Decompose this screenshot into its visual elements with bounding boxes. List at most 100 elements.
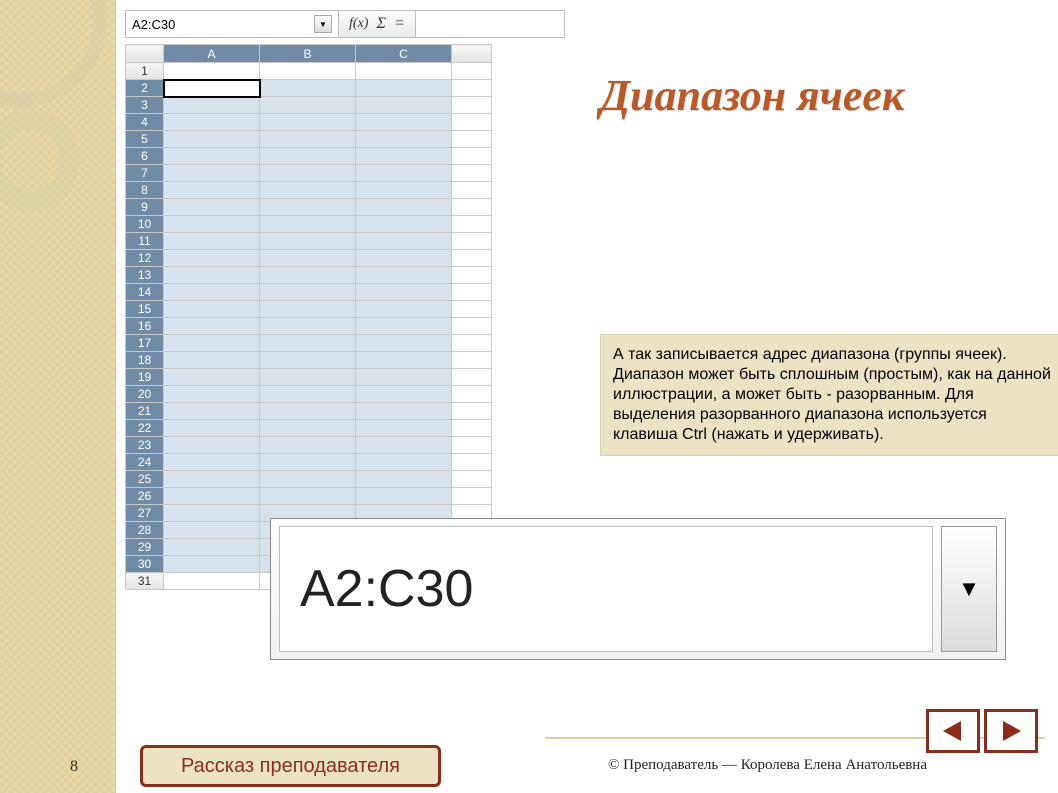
row-header[interactable]: 9 bbox=[126, 199, 164, 216]
cell[interactable] bbox=[260, 420, 356, 437]
cell[interactable] bbox=[164, 131, 260, 148]
cell[interactable] bbox=[164, 369, 260, 386]
cell[interactable] bbox=[356, 488, 452, 505]
row-header[interactable]: 27 bbox=[126, 505, 164, 522]
column-header[interactable] bbox=[452, 45, 492, 63]
row-header[interactable]: 11 bbox=[126, 233, 164, 250]
row-header[interactable]: 16 bbox=[126, 318, 164, 335]
row-header[interactable]: 26 bbox=[126, 488, 164, 505]
cell[interactable] bbox=[452, 148, 492, 165]
cell[interactable] bbox=[356, 335, 452, 352]
cell[interactable] bbox=[260, 403, 356, 420]
cell[interactable] bbox=[164, 233, 260, 250]
cell[interactable] bbox=[260, 80, 356, 97]
cell[interactable] bbox=[452, 301, 492, 318]
cell[interactable] bbox=[356, 420, 452, 437]
row-header[interactable]: 23 bbox=[126, 437, 164, 454]
row-header[interactable]: 24 bbox=[126, 454, 164, 471]
cell[interactable] bbox=[164, 573, 260, 590]
cell[interactable] bbox=[260, 437, 356, 454]
cell[interactable] bbox=[356, 471, 452, 488]
cell[interactable] bbox=[260, 216, 356, 233]
cell[interactable] bbox=[356, 437, 452, 454]
row-header[interactable]: 28 bbox=[126, 522, 164, 539]
column-header[interactable]: B bbox=[260, 45, 356, 63]
row-header[interactable]: 18 bbox=[126, 352, 164, 369]
cell[interactable] bbox=[164, 80, 260, 97]
row-header[interactable]: 12 bbox=[126, 250, 164, 267]
cell[interactable] bbox=[164, 199, 260, 216]
cell[interactable] bbox=[452, 420, 492, 437]
cell[interactable] bbox=[452, 97, 492, 114]
sigma-icon[interactable]: Σ bbox=[376, 15, 386, 33]
cell[interactable] bbox=[356, 165, 452, 182]
cell[interactable] bbox=[164, 165, 260, 182]
cell[interactable] bbox=[260, 131, 356, 148]
row-header[interactable]: 8 bbox=[126, 182, 164, 199]
row-header[interactable]: 1 bbox=[126, 63, 164, 80]
cell[interactable] bbox=[164, 301, 260, 318]
row-header[interactable]: 29 bbox=[126, 539, 164, 556]
name-box[interactable]: A2:C30 ▼ bbox=[126, 11, 339, 37]
cell[interactable] bbox=[260, 233, 356, 250]
cell[interactable] bbox=[260, 97, 356, 114]
cell[interactable] bbox=[164, 335, 260, 352]
cell[interactable] bbox=[356, 250, 452, 267]
cell[interactable] bbox=[452, 318, 492, 335]
cell[interactable] bbox=[260, 165, 356, 182]
cell[interactable] bbox=[164, 267, 260, 284]
row-header[interactable]: 22 bbox=[126, 420, 164, 437]
cell[interactable] bbox=[356, 216, 452, 233]
row-header[interactable]: 21 bbox=[126, 403, 164, 420]
cell[interactable] bbox=[356, 182, 452, 199]
cell[interactable] bbox=[164, 284, 260, 301]
cell[interactable] bbox=[452, 233, 492, 250]
cell[interactable] bbox=[452, 63, 492, 80]
cell[interactable] bbox=[164, 556, 260, 573]
cell[interactable] bbox=[452, 284, 492, 301]
cell[interactable] bbox=[356, 114, 452, 131]
row-header[interactable]: 3 bbox=[126, 97, 164, 114]
cell[interactable] bbox=[452, 352, 492, 369]
cell[interactable] bbox=[260, 250, 356, 267]
name-box-dropdown-icon[interactable]: ▼ bbox=[314, 15, 332, 33]
cell[interactable] bbox=[260, 199, 356, 216]
sheet-corner[interactable] bbox=[126, 45, 164, 63]
cell[interactable] bbox=[452, 437, 492, 454]
cell[interactable] bbox=[164, 522, 260, 539]
cell[interactable] bbox=[260, 352, 356, 369]
cell[interactable] bbox=[452, 386, 492, 403]
cell[interactable] bbox=[164, 250, 260, 267]
cell[interactable] bbox=[260, 386, 356, 403]
cell[interactable] bbox=[164, 114, 260, 131]
cell[interactable] bbox=[164, 97, 260, 114]
cell[interactable] bbox=[452, 335, 492, 352]
cell[interactable] bbox=[164, 437, 260, 454]
row-header[interactable]: 19 bbox=[126, 369, 164, 386]
fx-icon[interactable]: f(x) bbox=[349, 16, 368, 32]
cell[interactable] bbox=[452, 199, 492, 216]
cell[interactable] bbox=[164, 318, 260, 335]
cell[interactable] bbox=[260, 471, 356, 488]
cell[interactable] bbox=[164, 454, 260, 471]
prev-button[interactable] bbox=[926, 709, 980, 753]
cell[interactable] bbox=[356, 301, 452, 318]
cell[interactable] bbox=[452, 165, 492, 182]
row-header[interactable]: 17 bbox=[126, 335, 164, 352]
row-header[interactable]: 14 bbox=[126, 284, 164, 301]
cell[interactable] bbox=[452, 471, 492, 488]
cell[interactable] bbox=[260, 267, 356, 284]
cell[interactable] bbox=[452, 131, 492, 148]
cell[interactable] bbox=[356, 352, 452, 369]
cell[interactable] bbox=[260, 63, 356, 80]
row-header[interactable]: 4 bbox=[126, 114, 164, 131]
row-header[interactable]: 10 bbox=[126, 216, 164, 233]
cell[interactable] bbox=[260, 488, 356, 505]
row-header[interactable]: 25 bbox=[126, 471, 164, 488]
cell[interactable] bbox=[260, 182, 356, 199]
cell[interactable] bbox=[356, 454, 452, 471]
spreadsheet-grid[interactable]: ABC1234567891011121314151617181920212223… bbox=[125, 44, 492, 590]
cell[interactable] bbox=[452, 216, 492, 233]
cell[interactable] bbox=[164, 403, 260, 420]
cell[interactable] bbox=[356, 80, 452, 97]
